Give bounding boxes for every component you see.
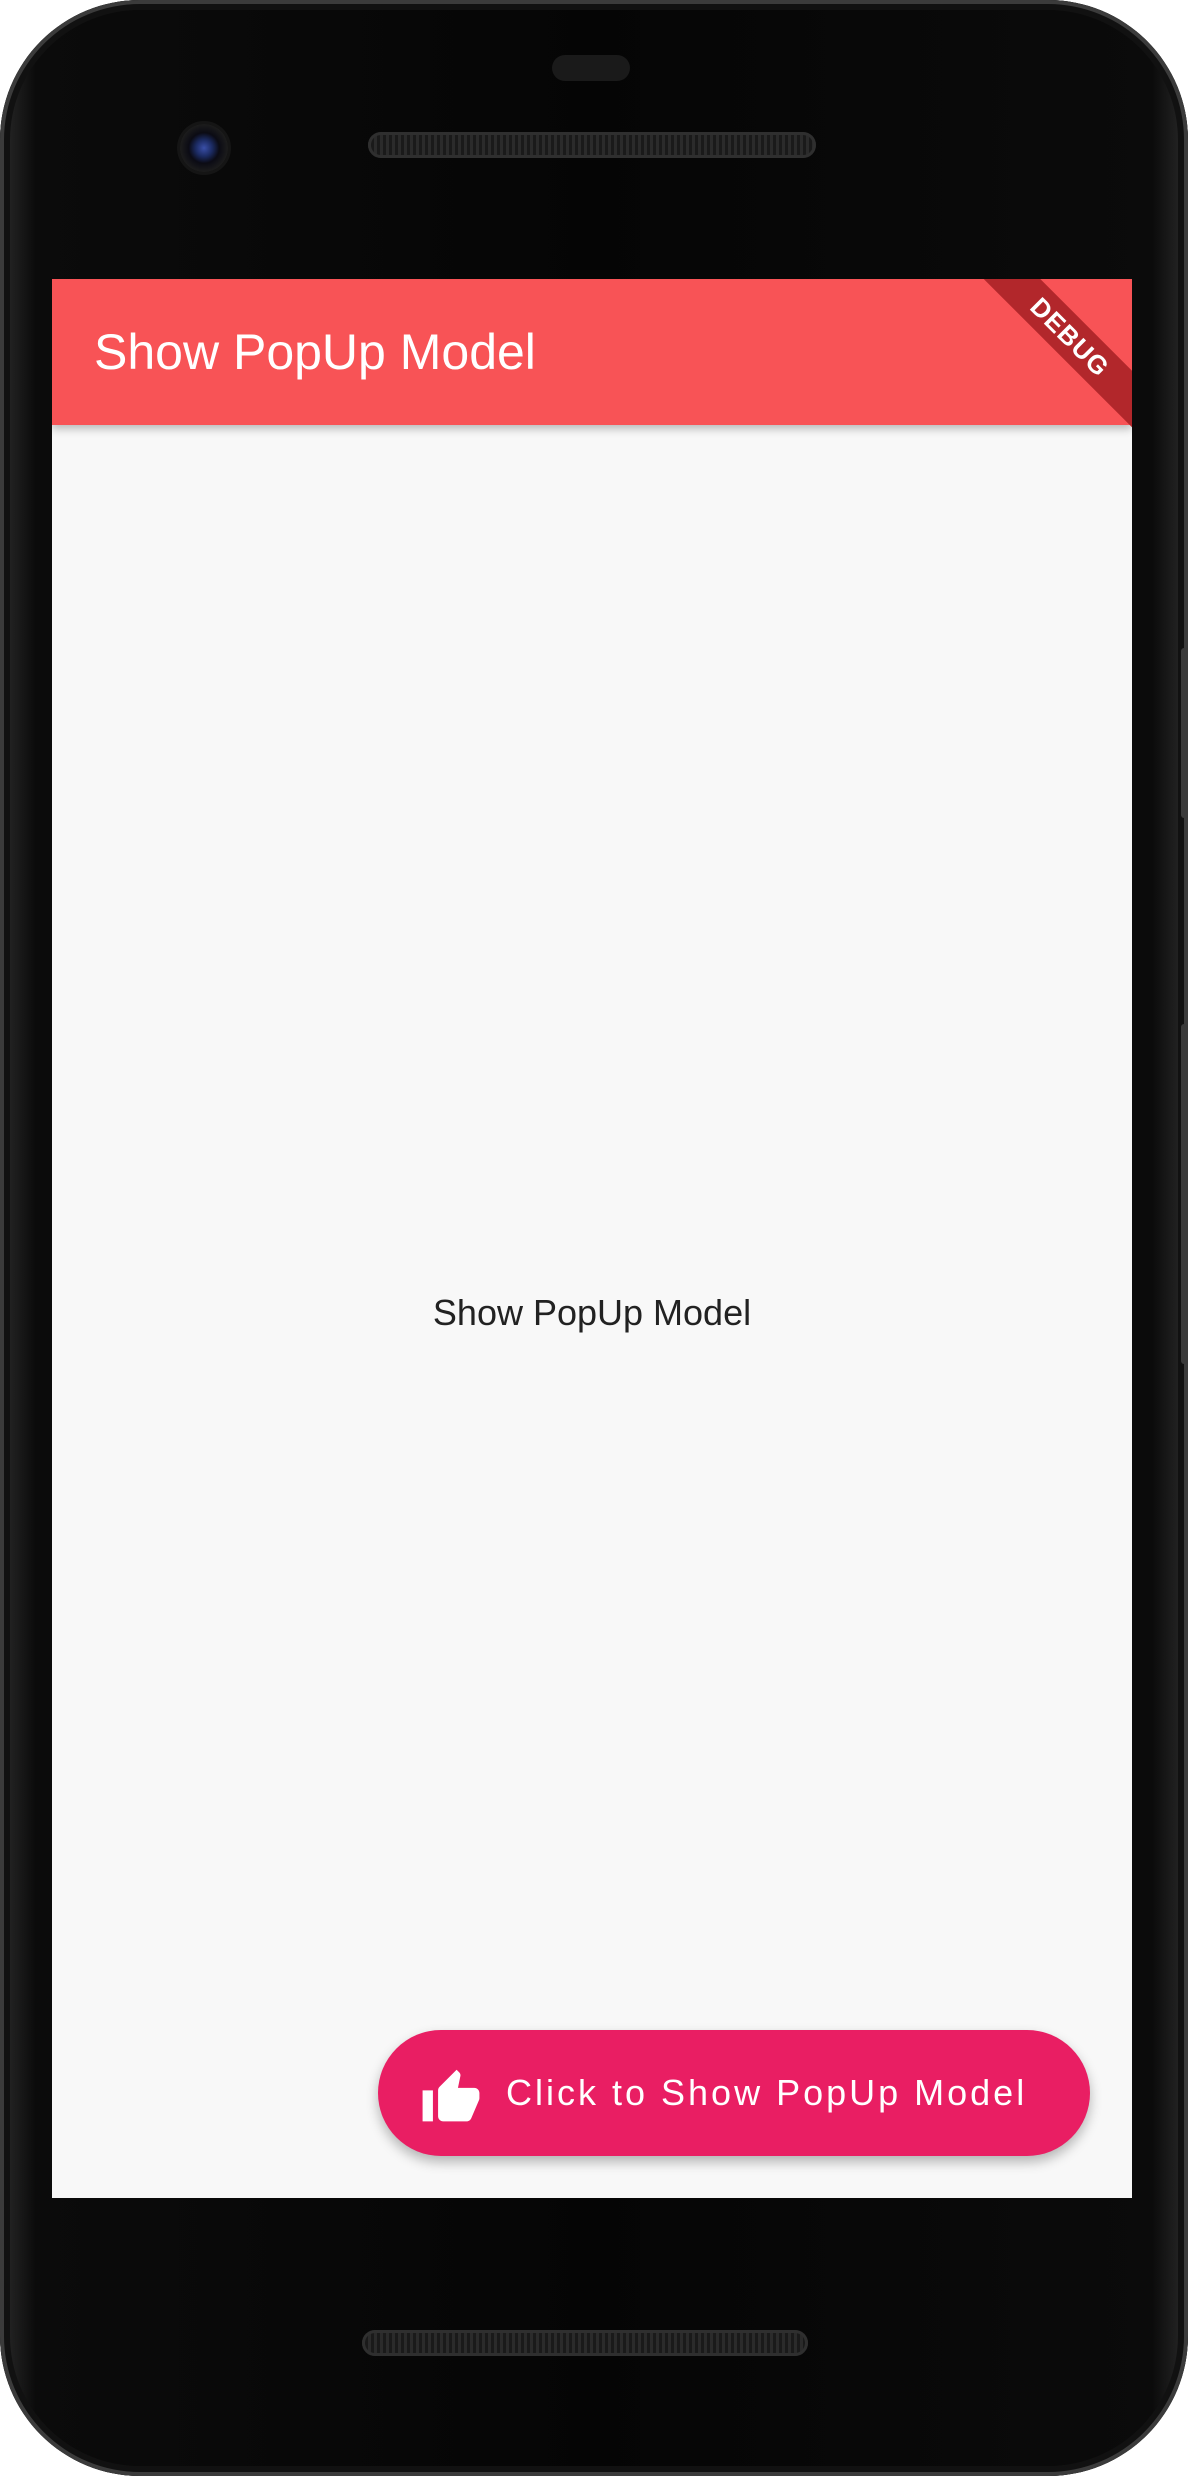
show-popup-button[interactable]: Click to Show PopUp Model (378, 2030, 1090, 2156)
front-camera (180, 124, 228, 172)
app-bar-title: Show PopUp Model (94, 324, 536, 380)
phone-frame: Show PopUp Model DEBUG Show PopUp Model … (0, 0, 1188, 2476)
sensor-slit (552, 55, 630, 81)
bottom-speaker (362, 2330, 808, 2356)
app-screen: Show PopUp Model DEBUG Show PopUp Model … (52, 279, 1132, 2198)
app-bar: Show PopUp Model (52, 279, 1132, 425)
body-text: Show PopUp Model (432, 1292, 752, 1333)
volume-button (1181, 1024, 1188, 1364)
show-popup-button-label: Click to Show PopUp Model (506, 2072, 1028, 2113)
power-button (1181, 648, 1188, 818)
thumb-up-icon (420, 2062, 482, 2124)
earpiece-speaker (368, 132, 816, 158)
